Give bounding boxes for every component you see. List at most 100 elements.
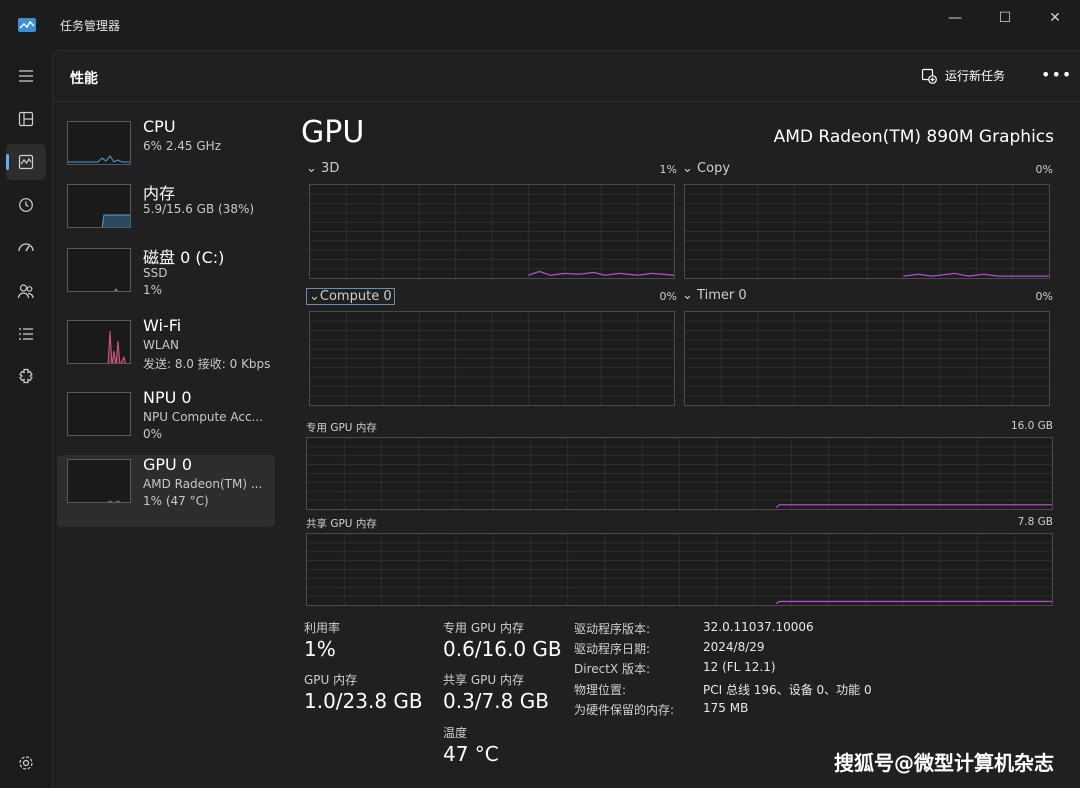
shared-memory-stat-label: 共享 GPU 内存: [443, 673, 524, 687]
engine-selector-copy[interactable]: ⌄ Copy: [682, 161, 730, 176]
details-icon: [19, 328, 33, 340]
performance-panel: 性能 运行新任务 ••• CPU 6% 2.45 GHz 内存 5.9/15.6 GB…: [52, 50, 1080, 788]
sparkline-path: [106, 500, 122, 502]
chevron-down-icon: ⌄: [309, 289, 320, 304]
perf-item-cpu[interactable]: CPU 6% 2.45 GHz: [57, 117, 275, 189]
sparkline: [106, 500, 122, 502]
perf-item-detail: 6% 2.45 GHz: [143, 139, 222, 153]
run-task-icon: [921, 68, 937, 84]
shared-memory-graph: [306, 533, 1053, 606]
navigation-rail: [0, 50, 52, 788]
engine-selector-timer[interactable]: ⌄ Timer 0: [682, 288, 747, 303]
perf-item-memory[interactable]: 内存 5.9/15.6 GB (38%): [57, 180, 275, 252]
nav-startup-apps[interactable]: [6, 230, 46, 266]
services-icon: [19, 368, 33, 384]
perf-item-gpu[interactable]: GPU 0 AMD Radeon(TM) ... 1% (47 °C): [57, 455, 275, 527]
sparkline-path: [68, 155, 130, 163]
watermark-text: 搜狐号@微型计算机杂志: [834, 751, 1054, 775]
nav-app-history[interactable]: [6, 187, 46, 223]
nav-details[interactable]: [6, 316, 46, 352]
hamburger-menu-icon: [19, 70, 33, 82]
perf-item-name: NPU 0: [143, 388, 192, 407]
app-history-icon: [19, 198, 33, 212]
dedicated-memory-label: 专用 GPU 内存: [306, 422, 377, 434]
dedicated-memory-stat-value: 0.6/16.0 GB: [443, 637, 562, 661]
perf-thumbnail-graph: [67, 459, 131, 503]
sparkline: [114, 288, 118, 291]
startup-apps-icon: [18, 243, 34, 252]
graph-canvas: [307, 438, 1052, 509]
perf-item-name: 内存: [143, 184, 176, 203]
task-manager-logo-icon: [18, 17, 36, 32]
hamburger-menu-button[interactable]: [6, 58, 46, 94]
perf-item-detail: 发送: 8.0 接收: 0 Kbps: [143, 357, 271, 371]
sparkline: [101, 214, 130, 227]
perf-item-detail: NPU Compute Acc...: [143, 410, 263, 424]
processes-icon: [18, 111, 34, 127]
close-button[interactable]: ✕: [1040, 8, 1070, 28]
shared-memory-label: 共享 GPU 内存: [306, 518, 377, 530]
gpu-title: GPU: [301, 115, 365, 150]
nav-processes[interactable]: [6, 101, 46, 137]
gpu-memory-label: GPU 内存: [304, 673, 358, 687]
perf-item-name: GPU 0: [143, 455, 193, 474]
header-divider: [53, 101, 1080, 102]
gpu-model-name: AMD Radeon(TM) 890M Graphics: [773, 127, 1054, 147]
sparkline: [68, 393, 131, 436]
engine-label: 3D: [321, 161, 340, 176]
directx-version-value: 12 (FL 12.1): [703, 660, 776, 674]
perf-item-name: 磁盘 0 (C:): [143, 248, 225, 267]
engine-label: Copy: [697, 161, 731, 176]
perf-item-disk[interactable]: 磁盘 0 (C:) SSD 1%: [57, 244, 275, 316]
perf-thumbnail-graph: [67, 184, 131, 228]
usage-trace: [775, 504, 1052, 509]
perf-item-npu[interactable]: NPU 0 NPU Compute Acc... 0%: [57, 388, 275, 460]
graph-canvas: [310, 185, 674, 278]
perf-item-detail: 1%: [143, 283, 163, 297]
more-options-button[interactable]: •••: [1041, 65, 1072, 84]
graph-canvas: [310, 312, 674, 405]
graph-canvas: [685, 185, 1049, 278]
engine-label: Timer 0: [697, 288, 747, 303]
perf-thumbnail-graph: [67, 320, 131, 364]
graph-canvas: [685, 312, 1049, 405]
engine-graph-copy: [684, 184, 1050, 279]
driver-date-label: 驱动程序日期:: [574, 642, 651, 656]
engine-percent: 1%: [659, 163, 677, 176]
sparkline-path: [101, 214, 130, 227]
dedicated-memory-max: 16.0 GB: [1010, 420, 1053, 432]
nav-settings[interactable]: [6, 745, 46, 781]
engine-graph-timer: [684, 311, 1050, 406]
perf-item-name: Wi-Fi: [143, 316, 182, 335]
shared-memory-stat-value: 0.3/7.8 GB: [443, 689, 549, 713]
perf-thumbnail-graph: [67, 248, 131, 292]
perf-item-detail: WLAN: [143, 338, 180, 352]
driver-date-value: 2024/8/29: [703, 640, 765, 654]
chevron-down-icon: ⌄: [682, 161, 693, 176]
engine-selector-3d[interactable]: ⌄ 3D: [306, 161, 339, 176]
performance-device-list: CPU 6% 2.45 GHz 内存 5.9/15.6 GB (38%) 磁盘 0 (C…: [57, 117, 275, 527]
perf-item-detail: AMD Radeon(TM) ...: [143, 477, 263, 491]
run-new-task-button[interactable]: 运行新任务: [921, 67, 1005, 84]
task-manager-window: 任务管理器 — ☐ ✕ 性能 运行新任务 ••• CPU 6% 2.45 GHz…: [0, 0, 1080, 788]
dedicated-memory-graph: [306, 437, 1053, 510]
maximize-button[interactable]: ☐: [990, 8, 1020, 28]
engine-percent: 0%: [659, 290, 677, 303]
engine-graph-compute: [309, 311, 675, 406]
title-bar[interactable]: 任务管理器 — ☐ ✕: [0, 0, 1080, 50]
perf-thumbnail-graph: [67, 121, 131, 165]
settings-icon: [19, 756, 33, 770]
perf-item-detail: SSD: [143, 266, 168, 280]
minimize-button[interactable]: —: [940, 8, 970, 28]
chevron-down-icon: ⌄: [682, 288, 693, 303]
nav-performance[interactable]: [6, 144, 46, 180]
nav-users[interactable]: [6, 273, 46, 309]
dedicated-memory-stat-label: 专用 GPU 内存: [443, 621, 524, 635]
driver-version-label: 驱动程序版本:: [574, 622, 651, 636]
nav-services[interactable]: [6, 359, 46, 395]
perf-item-detail: 1% (47 °C): [143, 494, 209, 508]
perf-item-wifi[interactable]: Wi-Fi WLAN 发送: 8.0 接收: 0 Kbps: [57, 316, 275, 388]
physical-location-label: 物理位置:: [574, 683, 627, 697]
engine-selector-compute[interactable]: ⌄Compute 0: [306, 288, 395, 305]
sparkline: [107, 330, 127, 363]
